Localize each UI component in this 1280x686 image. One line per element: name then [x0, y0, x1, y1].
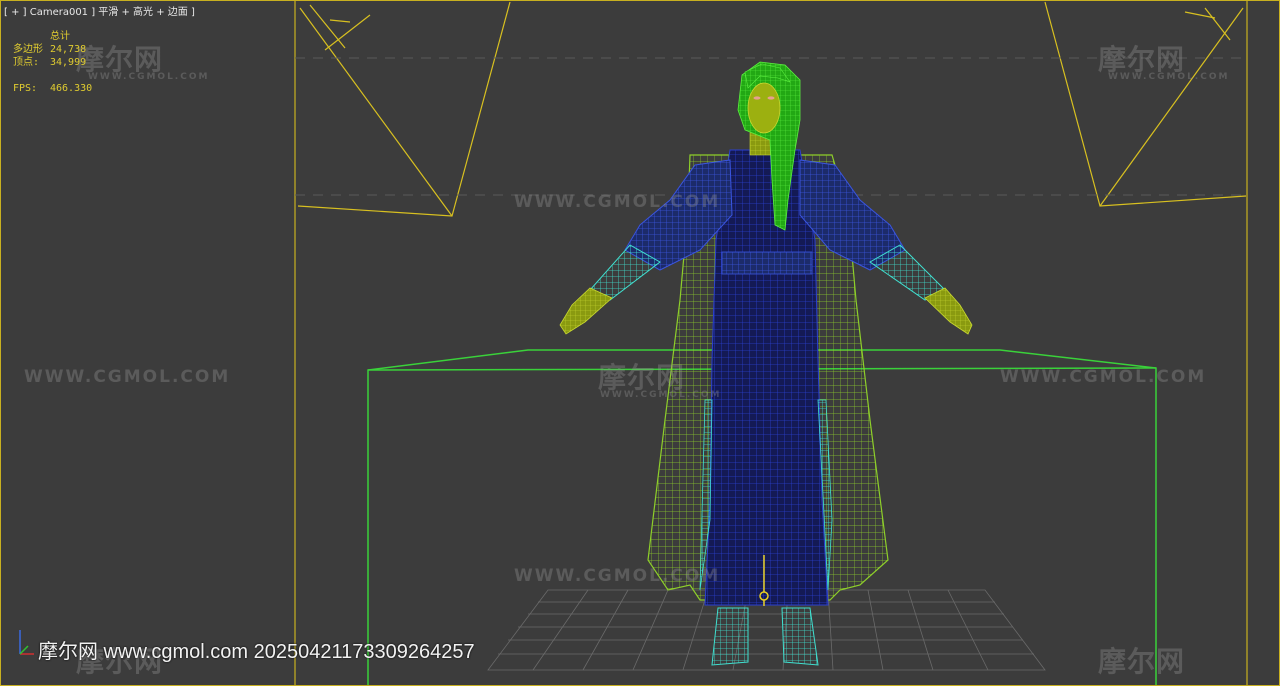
camera-viewport[interactable]: 摩尔网 WWW.CGMOL.COM 摩尔网 WWW.CGMOL.COM WWW.…: [0, 0, 1280, 686]
right-eye: [767, 96, 775, 100]
right-foot: [781, 607, 819, 666]
polygons-value: 24,738: [50, 44, 87, 55]
fps-label: FPS:: [13, 83, 38, 94]
axis-gizmo-icon: [19, 630, 34, 655]
right-hand: [924, 287, 973, 335]
light-frustum-left[interactable]: [297, 1, 511, 217]
light-frustum-right[interactable]: [1044, 1, 1247, 207]
stats-header: 总计: [50, 31, 70, 42]
fps-value: 466.330: [50, 83, 93, 94]
vertices-label: 顶点:: [13, 57, 40, 68]
vertices-value: 34,999: [50, 57, 87, 68]
character-model[interactable]: [559, 61, 973, 666]
face: [747, 82, 781, 134]
viewport-label-menu[interactable]: [ + ] Camera001 ] 平滑 + 高光 + 边面 ]: [4, 3, 195, 18]
scene-canvas[interactable]: [0, 0, 1280, 686]
footer-watermark: 摩尔网 www.cgmol.com 20250421173309264257: [38, 641, 475, 663]
left-hand: [559, 287, 613, 335]
left-eye: [753, 96, 761, 100]
polygons-label: 多边形: [13, 44, 43, 55]
belt: [721, 251, 813, 275]
left-foot: [711, 607, 749, 666]
